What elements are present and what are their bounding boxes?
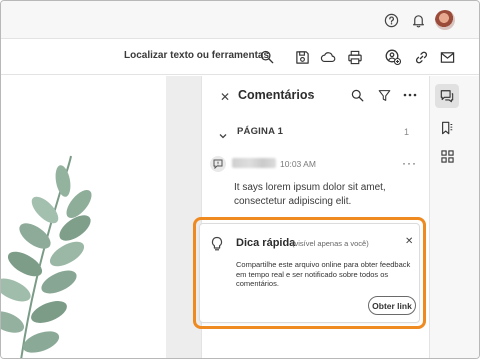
comment-time: 10:03 AM [280, 159, 316, 169]
document-page[interactable] [1, 76, 166, 358]
close-icon[interactable]: ✕ [220, 90, 230, 104]
tip-body: Compartilhe este arquivo online para obt… [236, 260, 411, 288]
comments-icon[interactable] [435, 84, 459, 108]
cloud-icon[interactable] [319, 48, 337, 66]
quick-tip-card: Dica rápida (visível apenas a você) ✕ Co… [199, 223, 420, 323]
comment-more-icon[interactable]: ··· [402, 156, 417, 170]
find-label[interactable]: Localizar texto ou ferramentas [124, 50, 269, 61]
document-area [1, 76, 201, 358]
page-comment-count: 1 [404, 127, 410, 137]
save-icon[interactable] [293, 48, 311, 66]
toolbar: Localizar texto ou ferramentas [1, 39, 479, 75]
page-group-label[interactable]: PÁGINA 1 [237, 126, 283, 137]
bell-icon[interactable] [409, 11, 427, 29]
panel-title: Comentários [238, 88, 315, 102]
tip-subtitle: (visível apenas a você) [292, 239, 369, 248]
comment-author-blurred [232, 158, 276, 168]
tip-title: Dica rápida [236, 237, 296, 249]
bookmark-icon[interactable] [435, 116, 459, 140]
grid-icon[interactable] [435, 144, 459, 168]
mail-icon[interactable] [438, 48, 456, 66]
search-icon[interactable] [349, 87, 365, 103]
filter-icon[interactable] [376, 87, 392, 103]
print-icon[interactable] [346, 48, 364, 66]
tip-close-icon[interactable]: ✕ [405, 236, 413, 247]
leaf-illustration [1, 155, 92, 358]
add-user-icon[interactable] [384, 48, 402, 66]
app-window: Localizar texto ou ferramentas ✕ Comentá… [0, 0, 480, 359]
help-icon[interactable] [382, 11, 400, 29]
comment-count: 1 [308, 91, 313, 101]
comment-text[interactable]: It says lorem ipsum dolor sit amet, cons… [234, 181, 419, 209]
search-icon[interactable] [258, 48, 276, 66]
top-bar [1, 1, 479, 39]
comment-type-icon [210, 156, 226, 172]
get-link-button[interactable]: Obter link [368, 296, 416, 315]
lightbulb-icon [210, 236, 224, 257]
chevron-down-icon[interactable] [219, 127, 227, 145]
link-icon[interactable] [412, 48, 430, 66]
more-options-icon[interactable] [402, 87, 418, 103]
avatar[interactable] [435, 10, 455, 30]
